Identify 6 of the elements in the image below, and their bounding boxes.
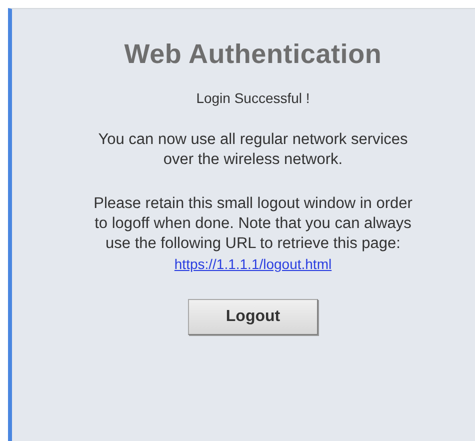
logout-button[interactable]: Logout	[188, 299, 318, 335]
info-paragraph: You can now use all regular network services over the wireless network.	[97, 130, 409, 170]
logout-link[interactable]: https://1.1.1.1/logout.html	[174, 256, 332, 272]
info-paragraph: Please retain this small logout window in order to logoff when done. Note that you can always use the following URL to retrieve this page:	[92, 194, 414, 254]
status-message: Login Successful !	[195, 90, 311, 106]
page-title: Web Authentication	[123, 38, 383, 70]
